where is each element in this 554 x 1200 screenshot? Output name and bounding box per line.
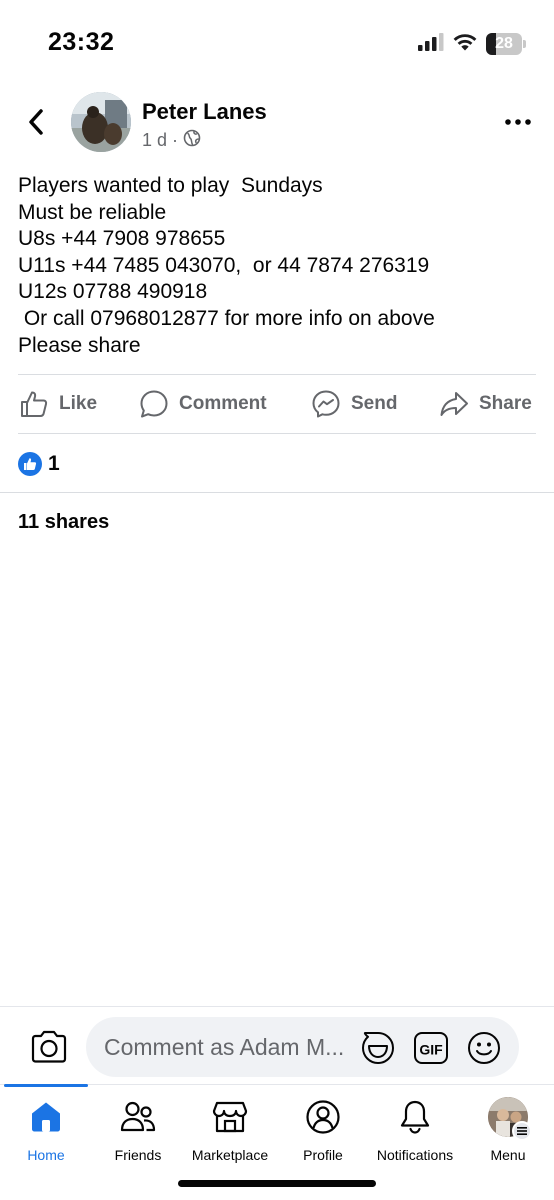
send-button[interactable]: Send bbox=[311, 376, 397, 432]
tab-label: Notifications bbox=[376, 1147, 454, 1163]
comment-bar: Comment as Adam M... GIF bbox=[0, 1006, 554, 1086]
post-meta: 1 d · bbox=[142, 129, 201, 152]
comment-input[interactable]: Comment as Adam M... GIF bbox=[86, 1017, 519, 1077]
divider bbox=[18, 433, 536, 434]
home-indicator bbox=[178, 1180, 376, 1187]
friends-icon bbox=[120, 1099, 156, 1135]
divider bbox=[18, 374, 536, 375]
tab-label: Profile bbox=[303, 1147, 343, 1163]
status-bar: 23:32 28 bbox=[0, 0, 554, 88]
author-name[interactable]: Peter Lanes bbox=[142, 99, 267, 125]
divider bbox=[0, 492, 554, 493]
camera-icon bbox=[31, 1030, 67, 1063]
menu-avatar bbox=[488, 1097, 532, 1141]
svg-text:GIF: GIF bbox=[419, 1042, 443, 1058]
cellular-signal-icon bbox=[418, 32, 444, 56]
send-label: Send bbox=[351, 393, 398, 414]
tab-label: Menu bbox=[490, 1147, 526, 1163]
status-icons: 28 bbox=[418, 32, 526, 56]
comment-placeholder: Comment as Adam M... bbox=[104, 1034, 345, 1060]
thumbs-up-icon bbox=[21, 391, 48, 417]
tab-friends[interactable]: Friends bbox=[92, 1099, 184, 1165]
tab-label: Marketplace bbox=[191, 1147, 269, 1163]
back-button[interactable] bbox=[18, 104, 54, 140]
comment-label: Comment bbox=[179, 393, 267, 414]
bell-icon bbox=[397, 1099, 433, 1135]
post-line: U11s +44 7485 043070, or 44 7874 276319 bbox=[18, 253, 430, 277]
like-label: Like bbox=[59, 393, 98, 414]
tab-label: Friends bbox=[114, 1147, 162, 1163]
profile-icon bbox=[305, 1099, 341, 1135]
reaction-count: 1 bbox=[48, 452, 60, 475]
more-icon bbox=[505, 119, 531, 125]
tab-marketplace[interactable]: Marketplace bbox=[184, 1099, 276, 1165]
active-tab-indicator bbox=[4, 1084, 88, 1087]
comment-icon bbox=[140, 390, 168, 418]
like-reaction-icon bbox=[18, 452, 42, 476]
emoji-icon[interactable] bbox=[466, 1030, 502, 1066]
messenger-icon bbox=[312, 390, 340, 418]
battery-percentage: 28 bbox=[495, 35, 513, 52]
post-line: Or call 07968012877 for more info on abo… bbox=[18, 306, 435, 330]
post-header: Peter Lanes 1 d · bbox=[0, 88, 554, 158]
tab-home[interactable]: Home bbox=[0, 1099, 92, 1165]
chevron-left-icon bbox=[29, 109, 43, 135]
home-icon bbox=[28, 1099, 64, 1135]
reaction-summary[interactable]: 1 bbox=[18, 450, 60, 478]
post-action-bar: Like Comment Send Share bbox=[0, 376, 554, 432]
tab-menu[interactable]: Menu bbox=[462, 1097, 554, 1165]
avatar-sticker-icon[interactable] bbox=[360, 1030, 396, 1066]
author-avatar[interactable] bbox=[71, 92, 131, 152]
share-icon bbox=[440, 392, 468, 416]
post-line: Players wanted to play Sundays bbox=[18, 174, 323, 197]
camera-button[interactable] bbox=[30, 1029, 68, 1065]
share-label: Share bbox=[479, 393, 532, 414]
meta-separator: · bbox=[172, 130, 179, 150]
post-timestamp[interactable]: 1 d bbox=[142, 130, 167, 151]
shares-count[interactable]: 11 shares bbox=[18, 511, 109, 534]
share-button[interactable]: Share bbox=[439, 376, 532, 432]
tab-label: Home bbox=[27, 1147, 65, 1163]
post-line: Please share bbox=[18, 333, 141, 357]
tab-profile[interactable]: Profile bbox=[277, 1099, 369, 1165]
menu-lines-icon bbox=[512, 1121, 532, 1141]
marketplace-icon bbox=[212, 1099, 248, 1135]
globe-icon bbox=[183, 129, 201, 152]
post-line: Must be reliable bbox=[18, 200, 167, 224]
post-line: U8s +44 7908 978655 bbox=[18, 227, 226, 251]
battery-icon: 28 bbox=[486, 33, 526, 55]
more-options-button[interactable] bbox=[502, 108, 534, 136]
comment-button[interactable]: Comment bbox=[139, 376, 267, 432]
post-line: U12s 07788 490918 bbox=[18, 280, 208, 304]
status-time: 23:32 bbox=[48, 28, 115, 56]
wifi-icon bbox=[452, 32, 478, 56]
gif-icon[interactable]: GIF bbox=[413, 1030, 449, 1066]
post-text: Players wanted to play Sundays Must be r… bbox=[18, 173, 538, 359]
like-button[interactable]: Like bbox=[19, 376, 97, 432]
tab-notifications[interactable]: Notifications bbox=[369, 1099, 461, 1165]
